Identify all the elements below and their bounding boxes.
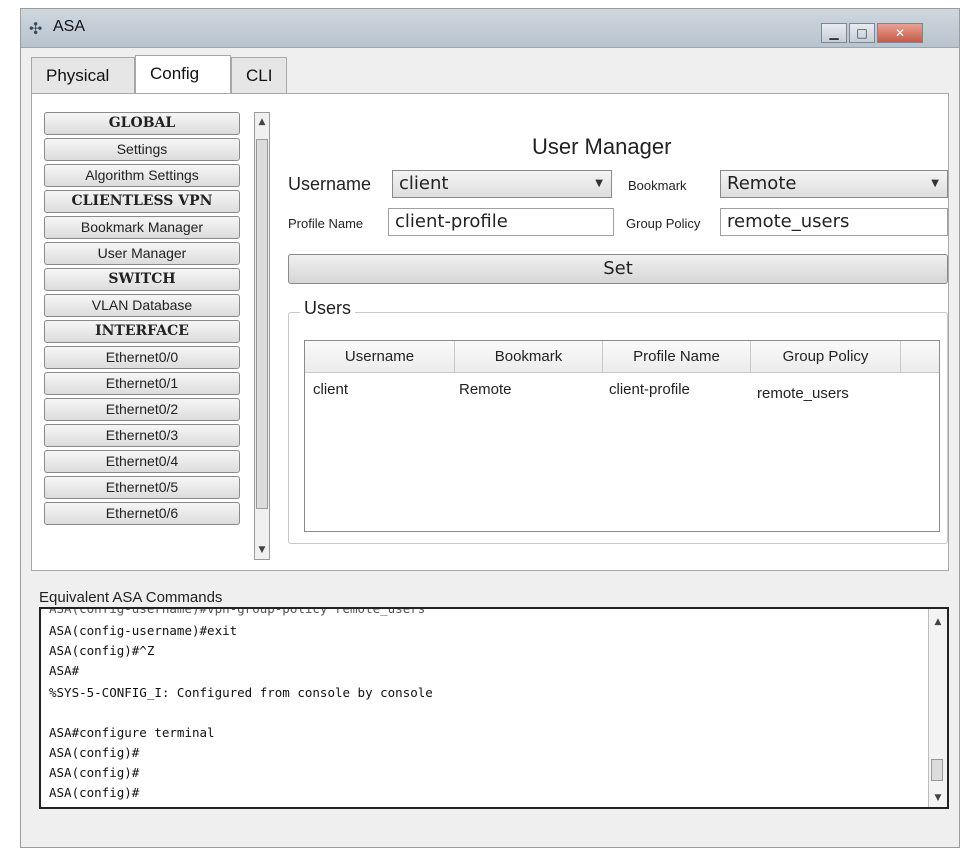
router-icon: ✣ [29,19,43,38]
config-panel: GLOBAL Settings Algorithm Settings CLIEN… [31,93,949,571]
chevron-down-icon: ▼ [931,178,939,189]
sidebar-item-algorithm-settings[interactable]: Algorithm Settings [44,164,240,187]
column-header-username[interactable]: Username [305,341,455,373]
set-button[interactable]: Set [288,254,948,284]
close-icon[interactable]: ✕ [877,23,923,43]
sidebar-header-clientless-vpn[interactable]: CLIENTLESS VPN [44,190,240,213]
sidebar-item-ethernet0-2[interactable]: Ethernet0/2 [44,398,240,421]
sidebar-header-global[interactable]: GLOBAL [44,112,240,135]
table-cell-group-policy[interactable]: remote_users [757,385,849,402]
console-scroll-thumb[interactable] [931,759,943,781]
console-scrollbar[interactable]: ▲ ▼ [928,609,947,807]
window-title: ASA [53,18,86,35]
sidebar-item-ethernet0-5[interactable]: Ethernet0/5 [44,476,240,499]
equivalent-commands-label: Equivalent ASA Commands [39,589,223,606]
scroll-down-icon[interactable]: ▼ [255,545,269,555]
title-bar: ✣ ASA ▁ □ ✕ [21,9,959,48]
bookmark-select-value: Remote [727,173,797,194]
scroll-down-icon[interactable]: ▼ [931,793,945,803]
chevron-down-icon: ▼ [595,178,603,189]
sidebar-item-vlan-database[interactable]: VLAN Database [44,294,240,317]
sidebar-item-ethernet0-0[interactable]: Ethernet0/0 [44,346,240,369]
console-line: ASA#configure terminal [49,725,215,740]
table-cell-bookmark[interactable]: Remote [459,381,512,398]
column-header-filler [901,341,939,373]
table-cell-username[interactable]: client [313,381,348,398]
users-legend: Users [300,298,356,319]
username-select-value: client [399,173,449,194]
bookmark-label: Bookmark [628,178,687,193]
sidebar-scrollbar[interactable]: ▲ ▼ [254,112,270,560]
sidebar-item-ethernet0-4[interactable]: Ethernet0/4 [44,450,240,473]
column-header-profile-name[interactable]: Profile Name [603,341,751,373]
column-header-bookmark[interactable]: Bookmark [455,341,603,373]
sidebar-item-bookmark-manager[interactable]: Bookmark Manager [44,216,240,239]
maximize-icon[interactable]: □ [849,23,875,43]
users-table: Username Bookmark Profile Name Group Pol… [304,340,940,532]
bookmark-select[interactable]: Remote ▼ [720,170,948,198]
sidebar-item-ethernet0-1[interactable]: Ethernet0/1 [44,372,240,395]
username-label: Username [288,174,372,194]
console-line: ASA(config-username)#vpn-group-policy re… [49,607,426,616]
console-line: ASA(config)# [49,765,140,780]
scroll-up-icon[interactable]: ▲ [931,617,945,627]
group-policy-label: Group Policy [626,216,701,231]
console-output[interactable]: ASA(config-username)#vpn-group-policy re… [39,607,949,809]
tab-cli[interactable]: CLI [231,57,287,93]
console-line: ASA# [49,663,80,678]
scroll-up-icon[interactable]: ▲ [255,117,269,127]
minimize-icon[interactable]: ▁ [821,23,847,43]
console-line: %SYS-5-CONFIG_I: Configured from console… [49,685,433,700]
asa-window: ✣ ASA ▁ □ ✕ Physical Config CLI GLOBAL S… [20,8,960,848]
sidebar-item-ethernet0-6[interactable]: Ethernet0/6 [44,502,240,525]
sidebar-item-ethernet0-3[interactable]: Ethernet0/3 [44,424,240,447]
username-select[interactable]: client ▼ [392,170,612,198]
sidebar-header-interface[interactable]: INTERFACE [44,320,240,343]
sidebar-item-settings[interactable]: Settings [44,138,240,161]
console-line: ASA(config-username)#exit [49,623,238,638]
page-title: User Manager [532,134,672,159]
tab-config[interactable]: Config [135,55,231,95]
console-line: ASA(config)#^Z [49,643,155,658]
profile-name-label: Profile Name [288,216,364,231]
column-header-group-policy[interactable]: Group Policy [751,341,901,373]
group-policy-field[interactable]: remote_users [720,208,948,236]
console-line: ASA(config)# [49,785,140,800]
profile-name-field[interactable]: client-profile [388,208,614,236]
sidebar-scroll-thumb[interactable] [256,139,268,509]
console-line: ASA(config)# [49,745,140,760]
sidebar: GLOBAL Settings Algorithm Settings CLIEN… [44,112,252,560]
sidebar-header-switch[interactable]: SWITCH [44,268,240,291]
table-cell-profile-name[interactable]: client-profile [609,381,690,398]
tab-physical[interactable]: Physical [31,57,135,93]
sidebar-item-user-manager[interactable]: User Manager [44,242,240,265]
